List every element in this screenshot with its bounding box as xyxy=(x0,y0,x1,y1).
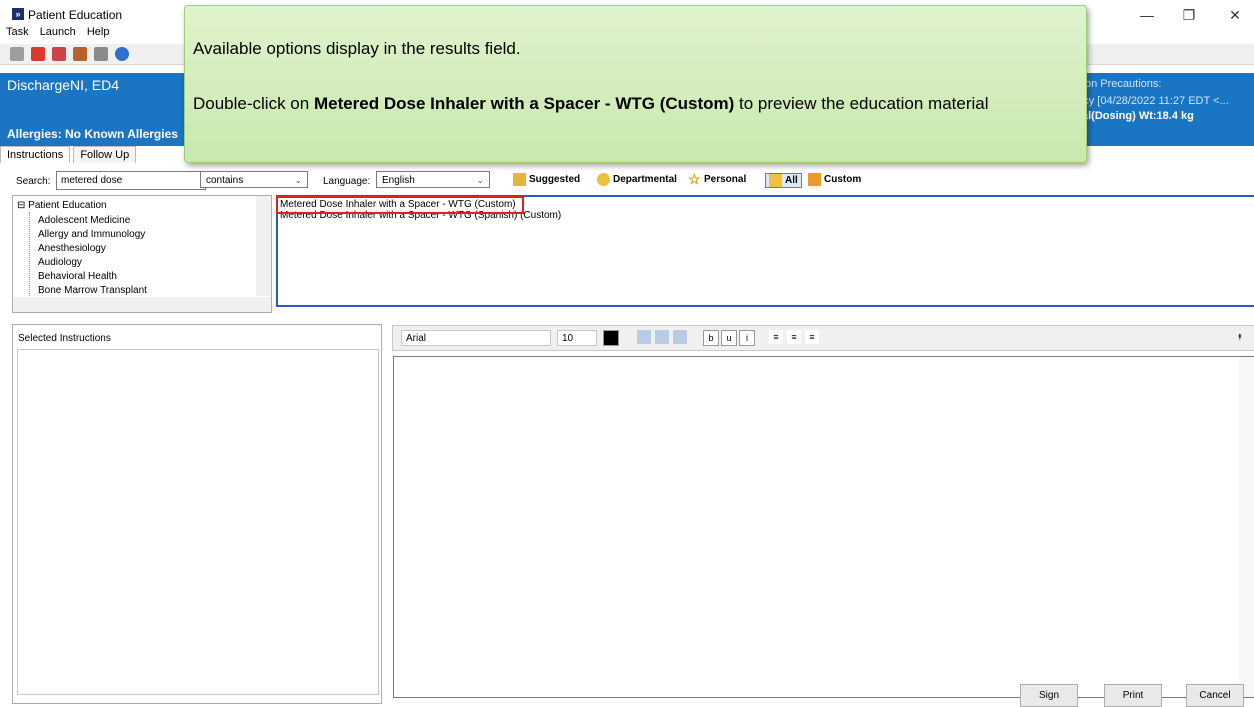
window-title: Patient Education xyxy=(28,8,123,22)
minimize-button[interactable]: — xyxy=(1132,6,1162,24)
language-value: English xyxy=(382,175,415,186)
result-highlight-box xyxy=(276,196,524,214)
app-icon: » xyxy=(12,8,24,20)
italic-button[interactable]: i xyxy=(739,330,755,346)
chevron-down-icon: ⌄ xyxy=(294,175,302,185)
toolbar-icon-5[interactable] xyxy=(94,47,109,61)
tab-follow-up[interactable]: Follow Up xyxy=(73,146,137,163)
copy-icon[interactable] xyxy=(655,330,669,344)
tree-horizontal-scrollbar[interactable] xyxy=(13,297,271,312)
match-mode-select[interactable]: contains ⌄ xyxy=(200,171,308,188)
banner-weight: al(Dosing) Wt:18.4 kg xyxy=(1082,110,1194,122)
font-value: Arial xyxy=(406,333,427,344)
text-color-button[interactable] xyxy=(603,330,619,346)
filter-personal-label: Personal xyxy=(704,174,747,185)
toolbar-icon-2[interactable] xyxy=(31,47,46,61)
tree-item[interactable]: Adolescent Medicine xyxy=(38,215,130,226)
star-icon: ☆ xyxy=(688,171,701,187)
editor-vertical-scrollbar[interactable] xyxy=(1239,357,1254,697)
menu-bar: Task Launch Help xyxy=(0,26,111,44)
filter-custom[interactable]: Custom xyxy=(808,173,861,186)
menu-task[interactable]: Task xyxy=(6,26,29,38)
tree-root[interactable]: ⊟ Patient Education xyxy=(17,200,107,211)
callout-instruction-1: Available options display in the results… xyxy=(193,39,521,58)
filter-all-label: All xyxy=(785,175,798,186)
toolbar-icon-3[interactable] xyxy=(52,47,67,61)
filter-departmental[interactable]: Departmental xyxy=(597,173,677,186)
tree-root-label: Patient Education xyxy=(28,200,107,211)
filter-suggested-label: Suggested xyxy=(529,174,581,185)
filter-all[interactable]: All xyxy=(765,173,802,188)
align-center-icon[interactable]: ≡ xyxy=(787,330,801,344)
tree-guide xyxy=(29,212,30,296)
restore-button[interactable]: ❐ xyxy=(1174,6,1204,24)
tree-vertical-scrollbar[interactable] xyxy=(256,196,271,296)
cut-icon[interactable] xyxy=(637,330,651,344)
selected-instructions-label: Selected Instructions xyxy=(18,333,111,344)
align-left-icon[interactable]: ≡ xyxy=(769,330,783,344)
language-select[interactable]: English ⌄ xyxy=(376,171,490,188)
selected-instructions-panel: Selected Instructions xyxy=(12,324,382,704)
search-label: Search: xyxy=(16,176,51,187)
collapse-icon[interactable]: ⯭ xyxy=(1233,330,1247,344)
search-input[interactable] xyxy=(56,171,206,190)
match-mode-value: contains xyxy=(206,175,244,186)
callout-prefix: Double-click on xyxy=(193,94,314,113)
banner-precautions: on Precautions: xyxy=(1085,78,1162,90)
tutorial-callout: Available options display in the results… xyxy=(184,5,1087,163)
custom-icon xyxy=(808,173,821,186)
banner-encounter: ency [04/28/2022 11:27 EDT <... xyxy=(1071,95,1229,107)
tree-item[interactable]: Bone Marrow Transplant xyxy=(38,285,147,296)
callout-suffix: to preview the education material xyxy=(734,94,989,113)
tree-item[interactable]: Audiology xyxy=(38,257,82,268)
tree-item[interactable]: Anesthesiology xyxy=(38,243,106,254)
menu-help[interactable]: Help xyxy=(87,26,110,38)
help-icon[interactable] xyxy=(115,47,130,61)
filter-suggested[interactable]: Suggested xyxy=(513,173,580,186)
paste-icon[interactable] xyxy=(673,330,687,344)
sign-button[interactable]: Sign xyxy=(1020,684,1078,707)
preview-editor[interactable] xyxy=(393,356,1254,698)
cancel-button[interactable]: Cancel xyxy=(1186,684,1244,707)
tab-strip: Instructions Follow Up xyxy=(0,146,137,164)
toolbar-icon-1[interactable] xyxy=(10,47,24,61)
patient-name[interactable]: DischargeNI, ED4 xyxy=(7,77,119,93)
bold-button[interactable]: b xyxy=(703,330,719,346)
menu-launch[interactable]: Launch xyxy=(40,26,76,38)
callout-instruction-2: Double-click on Metered Dose Inhaler wit… xyxy=(193,92,1053,116)
align-right-icon[interactable]: ≡ xyxy=(805,330,819,344)
close-button[interactable]: ✕ xyxy=(1220,6,1250,24)
filter-personal[interactable]: ☆ Personal xyxy=(688,171,747,187)
chevron-down-icon: ⌄ xyxy=(476,175,484,185)
toolbar-icon-4[interactable] xyxy=(73,47,88,61)
underline-button[interactable]: u xyxy=(721,330,737,346)
suggested-icon xyxy=(513,173,526,186)
callout-bold-text: Metered Dose Inhaler with a Spacer - WTG… xyxy=(313,94,735,113)
tree-item[interactable]: Allergy and Immunology xyxy=(38,229,145,240)
filter-custom-label: Custom xyxy=(824,174,862,185)
language-label: Language: xyxy=(323,176,371,187)
selected-instructions-list[interactable] xyxy=(17,349,379,695)
font-size-select[interactable]: 10 xyxy=(557,330,597,346)
filter-departmental-label: Departmental xyxy=(613,174,677,185)
category-tree[interactable]: ⊟ Patient Education Adolescent Medicine … xyxy=(12,195,272,313)
tab-instructions[interactable]: Instructions xyxy=(0,146,71,163)
allergies-text[interactable]: Allergies: No Known Allergies xyxy=(7,127,178,141)
all-icon xyxy=(769,174,782,187)
tree-item[interactable]: Behavioral Health xyxy=(38,271,117,282)
font-select[interactable]: Arial xyxy=(401,330,551,346)
font-size-value: 10 xyxy=(562,333,574,344)
editor-toolbar: Arial 10 b u i ≡ ≡ ≡ ⯭ xyxy=(392,325,1254,351)
print-button[interactable]: Print xyxy=(1104,684,1162,707)
departmental-icon xyxy=(597,173,610,186)
